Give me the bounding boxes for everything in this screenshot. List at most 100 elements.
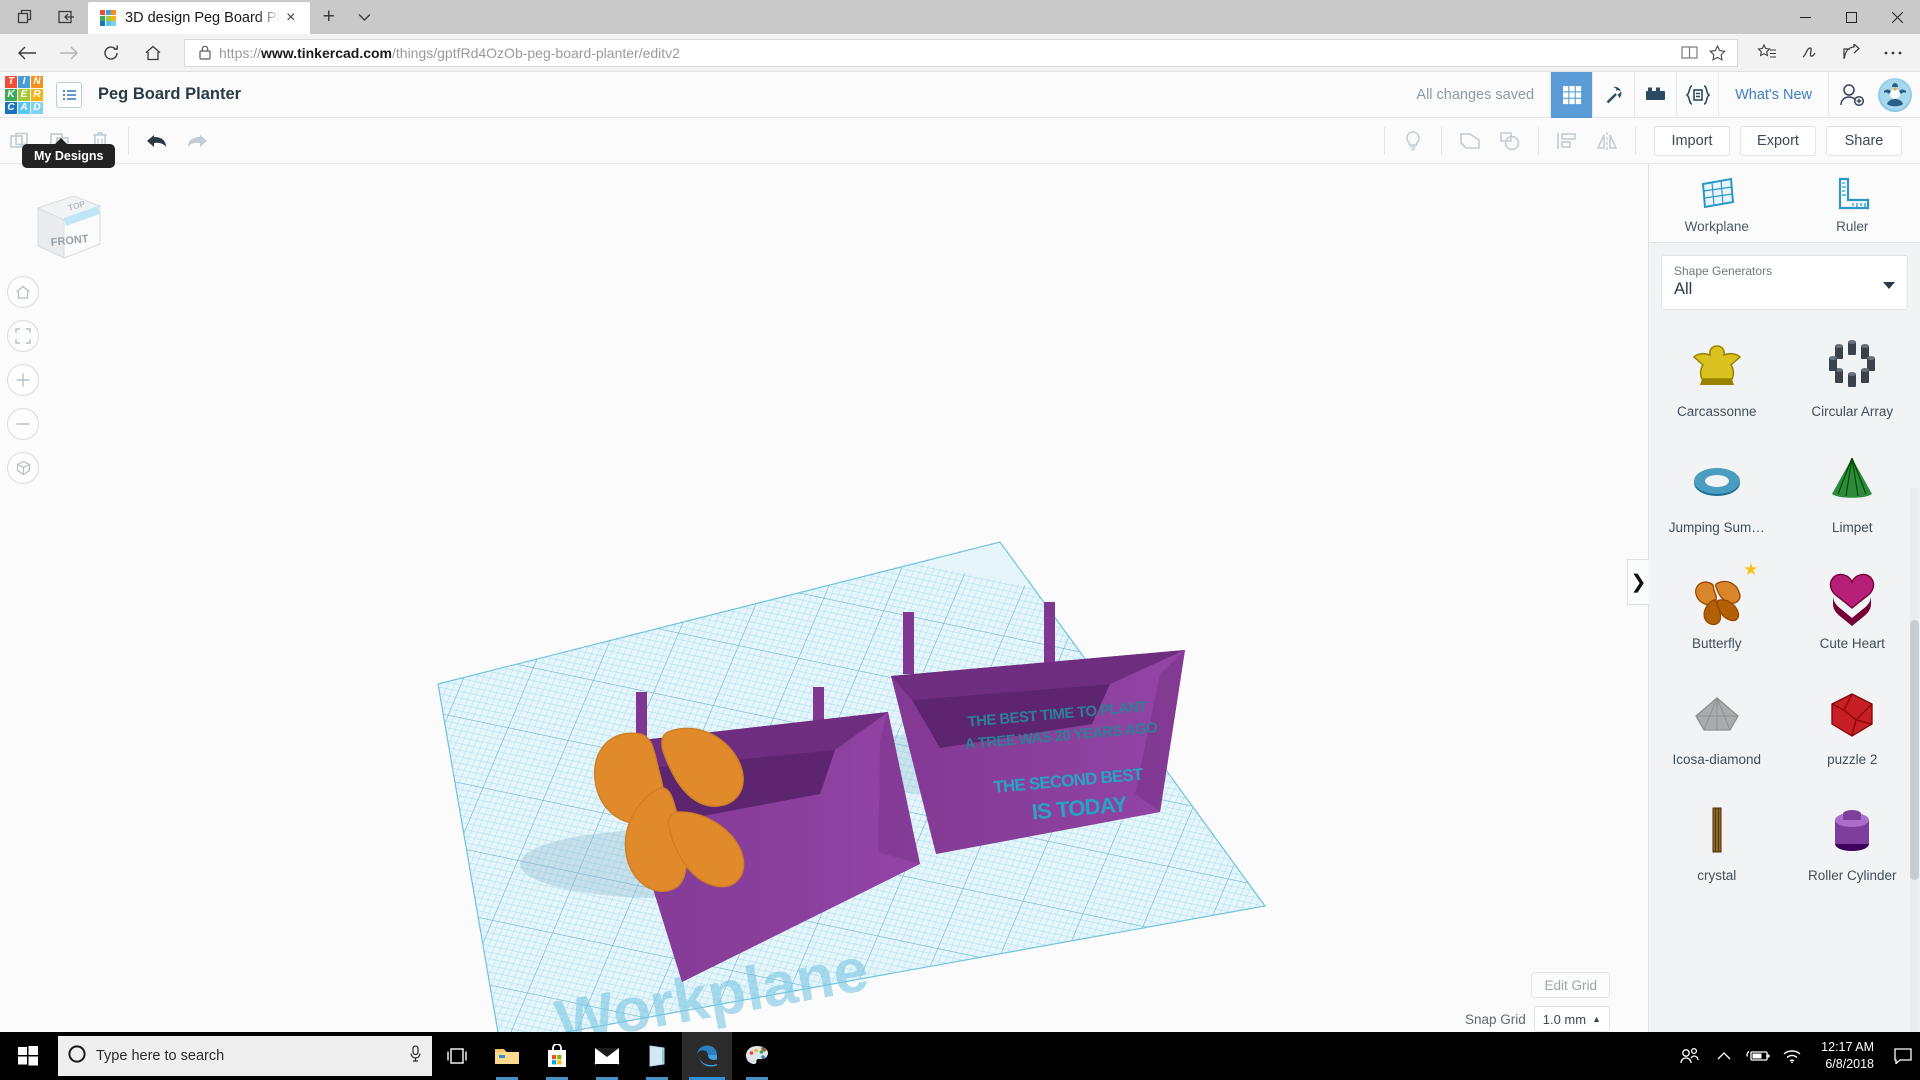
toolbar-divider	[1441, 127, 1442, 155]
3d-canvas[interactable]: Workplane THE BEST TIME TO PLANT A TREE …	[0, 164, 1648, 1060]
taskbar-paint-3d[interactable]	[732, 1032, 782, 1080]
new-tab-button[interactable]: +	[310, 0, 348, 34]
shape-item[interactable]: Cute Heart	[1785, 560, 1920, 674]
battery-charging-icon[interactable]	[1741, 1032, 1775, 1080]
perspective-toggle-button[interactable]	[7, 452, 39, 484]
logo-letter-k: K	[5, 89, 17, 101]
shapes-list[interactable]: Carcassonne Circular ArrayJumping Sum… Li…	[1649, 320, 1920, 1060]
maximize-button[interactable]	[1828, 0, 1874, 34]
group-icon[interactable]	[1450, 118, 1490, 164]
cone-shape	[1821, 452, 1883, 514]
taskbar-microsoft-store[interactable]	[532, 1032, 582, 1080]
browser-navigation-bar: https://www.tinkercad.com/things/gptfRd4…	[0, 34, 1920, 72]
browser-tab[interactable]: 3D design Peg Board Pl ×	[88, 2, 310, 34]
star-icon[interactable]	[1703, 40, 1731, 66]
pen-icon[interactable]	[1788, 35, 1830, 71]
header-right-group: All changes saved What's New	[1416, 72, 1920, 118]
list-menu-icon[interactable]	[56, 82, 82, 108]
zoom-in-button[interactable]	[7, 364, 39, 396]
close-window-button[interactable]	[1874, 0, 1920, 34]
star-list-icon[interactable]	[1746, 35, 1788, 71]
back-arrow-icon[interactable]	[6, 35, 48, 71]
tinkercad-logo[interactable]: TINKERCAD	[0, 72, 44, 118]
logo-letter-c: C	[5, 102, 17, 114]
cylinder-shape	[1821, 800, 1883, 862]
shape-generators-label: Shape Generators	[1674, 264, 1895, 278]
fit-view-button[interactable]	[7, 320, 39, 352]
import-button[interactable]: Import	[1654, 126, 1730, 156]
windows-logo-icon[interactable]	[0, 1032, 56, 1080]
forward-arrow-icon[interactable]	[48, 35, 90, 71]
shape-item[interactable]: Roller Cylinder	[1785, 792, 1920, 906]
snap-grid-dropdown[interactable]: 1.0 mm ▲	[1534, 1006, 1610, 1032]
tab-overview-icon[interactable]	[4, 0, 46, 34]
browser-tab-strip: 3D design Peg Board Pl × +	[0, 0, 1920, 34]
tab-title: 3D design Peg Board Pl	[125, 10, 280, 26]
taskbar-microsoft-edge[interactable]	[682, 1032, 732, 1080]
view-cube[interactable]: TOP FRONT	[28, 188, 106, 266]
ellipsis-icon[interactable]	[1872, 35, 1914, 71]
edit-grid-button[interactable]: Edit Grid	[1531, 972, 1610, 998]
whats-new-link[interactable]: What's New	[1718, 72, 1828, 118]
shape-item[interactable]: Circular Array	[1785, 328, 1920, 442]
undo-icon[interactable]	[137, 118, 177, 164]
add-person-icon[interactable]	[1828, 72, 1874, 118]
export-button[interactable]: Export	[1740, 126, 1816, 156]
refresh-icon[interactable]	[90, 35, 132, 71]
taskbar-onenote[interactable]	[632, 1032, 682, 1080]
mirror-icon[interactable]	[1587, 118, 1627, 164]
search-input[interactable]: Type here to search	[58, 1036, 432, 1076]
home-view-button[interactable]	[7, 276, 39, 308]
shape-generators-dropdown[interactable]: Shape Generators All	[1661, 255, 1908, 310]
task-view-icon[interactable]	[432, 1032, 482, 1080]
workplane-tool[interactable]: Workplane	[1649, 176, 1785, 234]
tinkercad-header: TINKERCAD Peg Board Planter All changes …	[0, 72, 1920, 118]
shape-label: Carcassonne	[1677, 404, 1757, 419]
panel-tools: Workplane Ruler	[1649, 164, 1920, 243]
logo-letter-t: T	[5, 76, 17, 88]
shape-item[interactable]: Icosa-diamond	[1649, 676, 1785, 790]
shape-item[interactable]: Limpet	[1785, 444, 1920, 558]
shape-item[interactable]: crystal	[1649, 792, 1785, 906]
home-icon[interactable]	[132, 35, 174, 71]
codeblocks-mode-button[interactable]	[1676, 72, 1718, 118]
hint-lightbulb-icon[interactable]	[1393, 118, 1433, 164]
share-button[interactable]: Share	[1826, 126, 1902, 156]
chevron-down-icon[interactable]	[348, 0, 382, 34]
blocks-grid-mode-button[interactable]	[1550, 72, 1592, 118]
align-icon[interactable]	[1547, 118, 1587, 164]
shape-item[interactable]: Jumping Sum…	[1649, 444, 1785, 558]
url-bar[interactable]: https://www.tinkercad.com/things/gptfRd4…	[184, 39, 1738, 67]
zoom-out-button[interactable]	[7, 408, 39, 440]
editor-main: Workplane THE BEST TIME TO PLANT A TREE …	[0, 164, 1920, 1060]
wifi-icon[interactable]	[1775, 1032, 1809, 1080]
circular-array-shape	[1821, 336, 1883, 398]
minimize-button[interactable]	[1782, 0, 1828, 34]
user-avatar[interactable]	[1878, 78, 1912, 112]
clock[interactable]: 12:17 AM 6/8/2018	[1809, 1039, 1886, 1073]
bricks-mode-button[interactable]	[1634, 72, 1676, 118]
collapse-panel-button[interactable]: ❯	[1627, 559, 1649, 605]
taskbar-mail[interactable]	[582, 1032, 632, 1080]
tinkercad-favicon	[100, 10, 116, 26]
shape-item[interactable]: Carcassonne	[1649, 328, 1785, 442]
url-text: https://www.tinkercad.com/things/gptfRd4…	[219, 45, 1675, 61]
people-icon[interactable]	[1673, 1032, 1707, 1080]
share-icon[interactable]	[1830, 35, 1872, 71]
action-center-icon[interactable]	[1886, 1032, 1920, 1080]
shape-label: crystal	[1697, 868, 1736, 883]
set-tabs-aside-icon[interactable]	[46, 0, 88, 34]
shape-item[interactable]: ★ Butterfly	[1649, 560, 1785, 674]
redo-icon[interactable]	[177, 118, 217, 164]
minecraft-mode-button[interactable]	[1592, 72, 1634, 118]
ruler-tool[interactable]: Ruler	[1785, 176, 1920, 234]
workplane-tool-label: Workplane	[1685, 219, 1749, 234]
ungroup-icon[interactable]	[1490, 118, 1530, 164]
microphone-icon[interactable]	[409, 1045, 422, 1067]
tab-close-icon[interactable]: ×	[280, 7, 302, 29]
window-controls	[1782, 0, 1920, 34]
book-icon[interactable]	[1675, 40, 1703, 66]
shape-item[interactable]: puzzle 2	[1785, 676, 1920, 790]
taskbar-file-explorer[interactable]	[482, 1032, 532, 1080]
show-hidden-icons-icon[interactable]	[1707, 1032, 1741, 1080]
